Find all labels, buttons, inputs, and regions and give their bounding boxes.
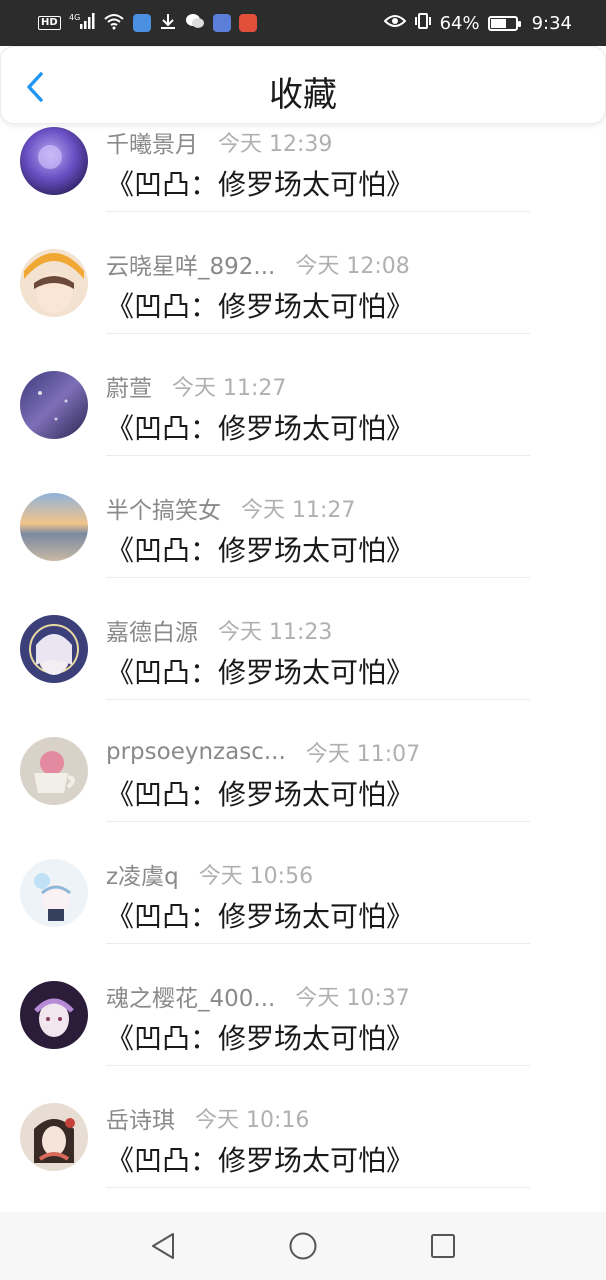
timestamp: 今天 11:27 [241, 498, 356, 523]
list-item[interactable]: 蔚萱 今天 11:27 《凹凸：修罗场太可怕》 [0, 334, 606, 456]
avatar[interactable] [20, 1103, 88, 1171]
music-app-icon [132, 14, 151, 32]
item-meta: 千曦景月 今天 12:39 [106, 125, 333, 159]
circle-home-icon [289, 1232, 317, 1260]
avatar[interactable] [20, 737, 88, 805]
username[interactable]: 魂之樱花_400... [106, 979, 275, 1013]
hd-icon: HD [38, 16, 61, 30]
list-item[interactable]: 半个搞笑女 今天 11:27 《凹凸：修罗场太可怕》 [0, 456, 606, 578]
divider [106, 1187, 530, 1188]
item-meta: 岳诗琪 今天 10:16 [106, 1101, 310, 1135]
username[interactable]: prpsoeynzasc... [106, 739, 286, 765]
cellular-signal-icon: 4G [69, 12, 95, 35]
item-meta: z凌虞q 今天 10:56 [106, 857, 314, 891]
avatar[interactable] [20, 493, 88, 561]
app-icon-1 [212, 14, 231, 32]
item-content: 《凹凸：修罗场太可怕》 [106, 1144, 415, 1177]
nav-back-button[interactable] [143, 1226, 183, 1266]
username[interactable]: 半个搞笑女 [106, 491, 221, 525]
list-item[interactable]: 魂之樱花_400... 今天 10:37 《凹凸：修罗场太可怕》 [0, 944, 606, 1066]
status-bar: HD 4G 64% 9:34 [0, 0, 606, 46]
nav-home-button[interactable] [283, 1226, 323, 1266]
app-header: 收藏 [0, 46, 606, 124]
battery-level-fill [490, 18, 506, 28]
username[interactable]: 岳诗琪 [106, 1101, 175, 1135]
avatar[interactable] [20, 249, 88, 317]
vibrate-icon [414, 12, 432, 35]
item-content: 《凹凸：修罗场太可怕》 [106, 656, 415, 689]
avatar[interactable] [20, 859, 88, 927]
app-icon-2 [238, 14, 257, 32]
timestamp: 今天 11:23 [218, 620, 333, 645]
username[interactable]: 嘉德白源 [106, 613, 198, 647]
clock: 9:34 [531, 12, 572, 34]
timestamp: 今天 12:08 [295, 254, 410, 279]
avatar[interactable] [20, 127, 88, 195]
item-meta: 半个搞笑女 今天 11:27 [106, 491, 356, 525]
item-meta: prpsoeynzasc... 今天 11:07 [106, 737, 420, 767]
page-title: 收藏 [269, 75, 337, 115]
username[interactable]: z凌虞q [106, 857, 179, 891]
timestamp: 今天 10:56 [198, 864, 314, 889]
list-item[interactable]: 嘉德白源 今天 11:23 《凹凸：修罗场太可怕》 [0, 578, 606, 700]
avatar[interactable] [20, 981, 88, 1049]
item-meta: 嘉德白源 今天 11:23 [106, 613, 333, 647]
wechat-icon [185, 12, 205, 35]
item-meta: 魂之樱花_400... 今天 10:37 [106, 979, 410, 1013]
timestamp: 今天 11:07 [305, 742, 421, 767]
wifi-icon [103, 12, 125, 35]
item-content: 《凹凸：修罗场太可怕》 [106, 412, 415, 445]
battery-icon [487, 15, 521, 31]
system-nav-bar [0, 1212, 606, 1280]
item-content: 《凹凸：修罗场太可怕》 [106, 168, 415, 201]
list-item[interactable]: prpsoeynzasc... 今天 11:07 《凹凸：修罗场太可怕》 [0, 700, 606, 822]
eye-comfort-icon [383, 13, 406, 34]
list-item[interactable]: 岳诗琪 今天 10:16 《凹凸：修罗场太可怕》 [0, 1066, 606, 1188]
timestamp: 今天 12:39 [218, 132, 333, 157]
item-content: 《凹凸：修罗场太可怕》 [106, 534, 415, 567]
item-content: 《凹凸：修罗场太可怕》 [106, 1022, 415, 1055]
square-recents-icon [431, 1234, 455, 1258]
list-item[interactable]: 千曦景月 今天 12:39 《凹凸：修罗场太可怕》 [0, 112, 606, 212]
triangle-back-icon [152, 1233, 174, 1259]
item-meta: 云晓星咩_892... 今天 12:08 [106, 247, 410, 281]
network-type-label: 4G [69, 13, 80, 22]
item-content: 《凹凸：修罗场太可怕》 [106, 778, 415, 811]
timestamp: 今天 11:27 [172, 376, 287, 401]
status-bar-right: 64% 9:34 [383, 12, 572, 35]
timestamp: 今天 10:16 [195, 1108, 310, 1133]
favorites-list: 千曦景月 今天 12:39 《凹凸：修罗场太可怕》 云晓星咩_892... 今天… [0, 112, 606, 1212]
nav-recents-button[interactable] [423, 1226, 463, 1266]
username[interactable]: 云晓星咩_892... [106, 247, 275, 281]
avatar[interactable] [20, 371, 88, 439]
download-icon [159, 12, 177, 35]
timestamp: 今天 10:37 [295, 986, 410, 1011]
battery-percent: 64% [439, 12, 480, 34]
item-meta: 蔚萱 今天 11:27 [106, 369, 287, 403]
avatar[interactable] [20, 615, 88, 683]
username[interactable]: 蔚萱 [106, 369, 152, 403]
item-content: 《凹凸：修罗场太可怕》 [106, 900, 415, 933]
list-item[interactable]: 云晓星咩_892... 今天 12:08 《凹凸：修罗场太可怕》 [0, 212, 606, 334]
item-content: 《凹凸：修罗场太可怕》 [106, 290, 415, 323]
status-bar-left: HD 4G [38, 12, 257, 35]
list-item[interactable]: z凌虞q 今天 10:56 《凹凸：修罗场太可怕》 [0, 822, 606, 944]
username[interactable]: 千曦景月 [106, 125, 198, 159]
